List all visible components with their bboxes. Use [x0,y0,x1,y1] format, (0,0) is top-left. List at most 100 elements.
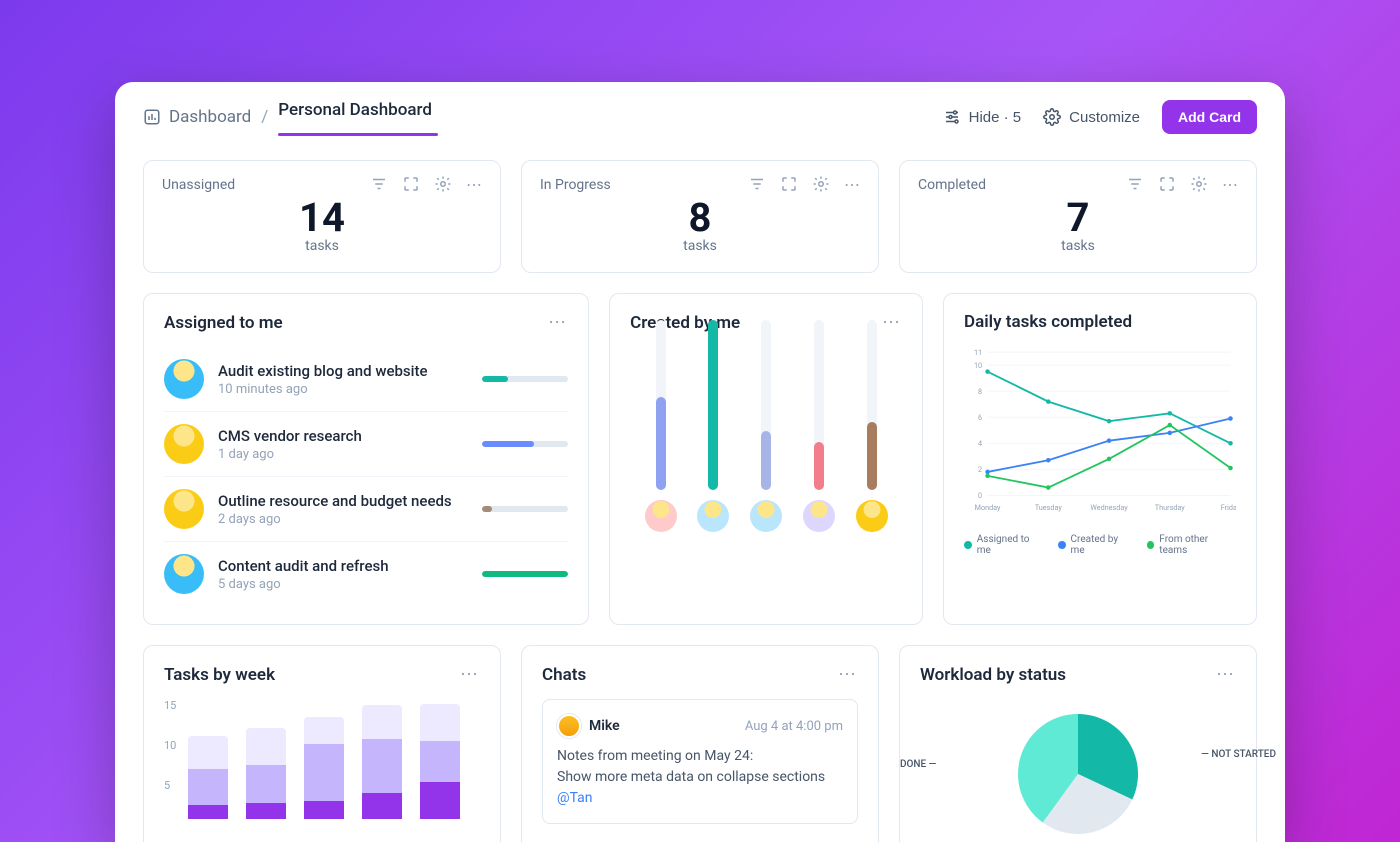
vbar-track [814,320,824,490]
legend-item: Created by me [1058,534,1133,556]
card-title: Tasks by week [164,665,275,685]
task-title: Content audit and refresh [218,557,468,575]
task-title: CMS vendor research [218,427,468,445]
card-workload: Workload by status ⋯ DONE — — NOT STARTE… [899,645,1257,842]
more-icon[interactable]: ⋯ [838,664,858,685]
breadcrumb-current[interactable]: Personal Dashboard [278,100,432,134]
expand-icon[interactable] [780,175,798,193]
vbar-column [645,320,677,532]
y-tick: 15 [164,699,176,712]
breadcrumb-root[interactable]: Dashboard [143,107,251,127]
more-icon[interactable]: ⋯ [1216,664,1236,685]
created-bars [630,347,902,532]
filter-icon[interactable] [370,175,388,193]
more-icon[interactable]: ⋯ [1222,175,1238,194]
gear-icon [1043,108,1061,126]
stat-row: Unassigned ⋯ 14 tasks In Progress [143,160,1257,273]
chat-date: Aug 4 at 4:00 pm [745,719,843,734]
avatar [557,714,581,738]
stat-value: 7 [918,198,1238,238]
card-title: Workload by status [920,665,1066,685]
vbar-column [856,320,888,532]
gear-icon[interactable] [812,175,830,193]
stat-value: 14 [162,198,482,238]
stat-unit: tasks [918,238,1238,254]
stat-label: Completed [918,177,986,193]
avatar[interactable] [750,500,782,532]
sliders-icon [943,108,961,126]
card-title: Chats [542,665,586,685]
avatar[interactable] [645,500,677,532]
pie-label-notstarted: — NOT STARTED [1201,749,1276,760]
task-title: Outline resource and budget needs [218,492,468,510]
chat-line: Notes from meeting on May 24: [557,746,843,767]
card-tasks-week: Tasks by week ⋯ 15 10 5 [143,645,501,842]
task-row[interactable]: CMS vendor research 1 day ago [164,412,568,477]
more-icon[interactable]: ⋯ [460,664,480,685]
more-icon[interactable]: ⋯ [844,175,860,194]
svg-text:Wednesday: Wednesday [1090,503,1128,512]
add-card-button[interactable]: Add Card [1162,100,1257,134]
vbar-track [761,320,771,490]
gear-icon[interactable] [434,175,452,193]
avatar [164,424,204,464]
pie-chart: DONE — — NOT STARTED [920,699,1236,842]
svg-text:6: 6 [978,413,982,422]
breadcrumb-root-label: Dashboard [169,107,251,127]
y-tick: 10 [164,739,176,752]
svg-text:8: 8 [978,387,982,396]
task-time: 2 days ago [218,512,468,527]
vbar-track [708,320,718,490]
header-actions: Hide · 5 Customize Add Card [943,100,1257,134]
svg-text:Monday: Monday [975,503,1001,512]
gear-icon[interactable] [1190,175,1208,193]
vbar-column [697,320,729,532]
avatar [164,359,204,399]
more-icon[interactable]: ⋯ [466,175,482,194]
customize-button[interactable]: Customize [1043,108,1140,126]
chat-user-name: Mike [589,718,620,734]
expand-icon[interactable] [1158,175,1176,193]
task-time: 5 days ago [218,577,468,592]
stacked-bar [420,704,460,819]
avatar [164,489,204,529]
vbar-track [656,320,666,490]
svg-text:0: 0 [978,491,982,500]
svg-text:Thursday: Thursday [1155,503,1185,512]
avatar[interactable] [803,500,835,532]
card-title: Daily tasks completed [964,312,1132,332]
card-title: Assigned to me [164,313,283,333]
card-daily: Daily tasks completed 024681011MondayTue… [943,293,1257,625]
stacked-bar [304,717,344,819]
task-row[interactable]: Audit existing blog and website 10 minut… [164,347,568,412]
filter-icon[interactable] [1126,175,1144,193]
assigned-list: Audit existing blog and website 10 minut… [164,347,568,606]
avatar[interactable] [697,500,729,532]
vbar-column [750,320,782,532]
dashboard-icon [143,108,161,126]
more-icon[interactable]: ⋯ [548,312,568,333]
svg-text:Friday: Friday [1221,503,1236,512]
row-widgets-2: Tasks by week ⋯ 15 10 5 Chats ⋯ [143,645,1257,842]
filter-icon[interactable] [748,175,766,193]
app-window: Dashboard / Personal Dashboard Hide · 5 … [115,82,1285,842]
stat-value: 8 [540,198,860,238]
task-row[interactable]: Content audit and refresh 5 days ago [164,542,568,606]
task-time: 10 minutes ago [218,382,468,397]
stat-label: Unassigned [162,177,235,193]
stacked-bar [188,736,228,819]
chat-mention[interactable]: @Tan [557,788,843,809]
vbar-column [803,320,835,532]
vbar-track [867,320,877,490]
avatar[interactable] [856,500,888,532]
legend-item: From other teams [1147,534,1236,556]
svg-text:4: 4 [978,439,982,448]
avatar [164,554,204,594]
svg-text:10: 10 [974,361,982,370]
breadcrumb-separator: / [261,107,268,127]
chat-message[interactable]: Mike Aug 4 at 4:00 pm Notes from meeting… [542,699,858,824]
task-row[interactable]: Outline resource and budget needs 2 days… [164,477,568,542]
legend-item: Assigned to me [964,534,1044,556]
hide-button[interactable]: Hide · 5 [943,108,1022,126]
expand-icon[interactable] [402,175,420,193]
